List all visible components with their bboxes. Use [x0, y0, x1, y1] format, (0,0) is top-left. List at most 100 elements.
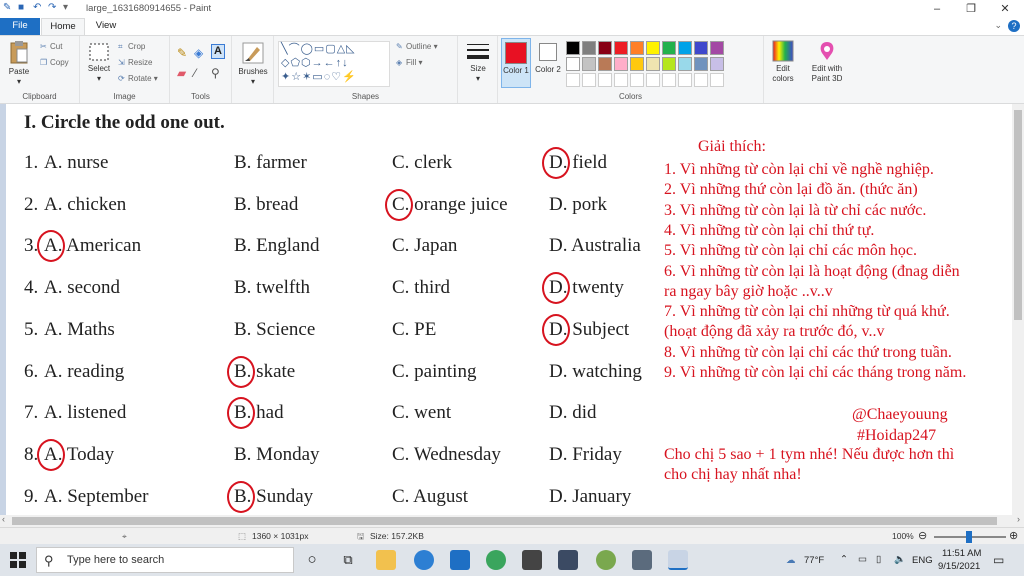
text-icon[interactable]: A [211, 44, 225, 59]
horizontal-scrollbar[interactable]: ‹ › [0, 514, 1024, 527]
battery-icon[interactable]: ▯ [876, 554, 881, 565]
rotate-button[interactable]: ⟳ Rotate ▾ [118, 74, 158, 83]
edit-colors-group: Edit colors [764, 36, 802, 103]
palette-swatch[interactable] [566, 73, 580, 87]
size-button[interactable]: Size ▾ [462, 42, 494, 84]
palette-swatch[interactable] [614, 57, 628, 71]
zoom-slider[interactable] [934, 531, 1006, 543]
edit-with-paint3d-button[interactable]: Edit with Paint 3D [804, 40, 850, 84]
clock-date[interactable]: 9/15/2021 [938, 561, 980, 572]
fill-button[interactable]: ◈ Fill ▾ [396, 58, 422, 67]
color1-button[interactable]: Color 1 [501, 38, 531, 88]
palette-swatch[interactable] [694, 57, 708, 71]
paste-button[interactable]: Paste ▾ [4, 39, 34, 87]
palette-swatch[interactable] [598, 41, 612, 55]
palette-swatch[interactable] [694, 73, 708, 87]
photos-icon[interactable] [596, 550, 616, 570]
network-icon[interactable]: ▭ [858, 554, 867, 565]
help-icon[interactable]: ? [1008, 20, 1020, 32]
palette-swatch[interactable] [630, 57, 644, 71]
file-explorer-icon[interactable] [376, 550, 396, 570]
palette-swatch[interactable] [646, 57, 660, 71]
volume-icon[interactable]: 🔈 [894, 554, 906, 565]
fill-icon[interactable]: ◈ [194, 46, 203, 60]
vertical-scroll-thumb[interactable] [1014, 110, 1022, 320]
mail-icon[interactable] [450, 550, 470, 570]
copy-button[interactable]: ❐ Copy [40, 58, 69, 67]
palette-swatch[interactable] [566, 57, 580, 71]
scroll-right-icon[interactable]: › [1017, 514, 1020, 524]
option-d: D. Australia [549, 235, 641, 257]
cut-button[interactable]: ✂ Cut [40, 42, 62, 51]
horizontal-scroll-thumb[interactable] [12, 517, 997, 525]
palette-swatch[interactable] [678, 57, 692, 71]
customize-qa-icon[interactable]: ▾ [63, 3, 73, 13]
tab-view[interactable]: View [88, 18, 124, 35]
palette-swatch[interactable] [630, 73, 644, 87]
palette-swatch[interactable] [710, 73, 724, 87]
close-button[interactable]: ✕ [988, 0, 1022, 18]
magnifier-icon[interactable]: ⚲ [211, 66, 220, 80]
palette-swatch[interactable] [710, 57, 724, 71]
app-icon[interactable] [558, 550, 578, 570]
notification-icon[interactable]: ▭ [993, 553, 1004, 567]
drawing-canvas[interactable]: I. Circle the odd one out. 1. A. nurse B. … [6, 104, 1012, 515]
palette-swatch[interactable] [582, 57, 596, 71]
chrome-icon[interactable] [486, 550, 506, 570]
palette-swatch[interactable] [630, 41, 644, 55]
redo-icon[interactable]: ↷ [48, 3, 58, 13]
palette-swatch[interactable] [598, 73, 612, 87]
save-icon[interactable]: ■ [18, 3, 28, 13]
vertical-scrollbar[interactable] [1012, 104, 1024, 515]
palette-swatch[interactable] [678, 73, 692, 87]
shapes-gallery[interactable]: ╲⌒◯▭▢△◺ ◇⬠⬡→←↑↓ ✦☆✶▭◌♡⚡ [278, 41, 390, 87]
color-picker-icon[interactable]: ⁄ [194, 66, 196, 80]
windows-start-icon[interactable] [10, 552, 26, 568]
zoom-slider-thumb[interactable] [966, 531, 972, 543]
palette-swatch[interactable] [662, 73, 676, 87]
palette-swatch[interactable] [662, 41, 676, 55]
zoom-out-button[interactable]: ⊖ [918, 529, 927, 542]
clock-time[interactable]: 11:51 AM [942, 548, 981, 559]
tab-home[interactable]: Home [41, 18, 85, 35]
palette-swatch[interactable] [646, 41, 660, 55]
maximize-button[interactable]: ❐ [954, 0, 988, 18]
edge-icon[interactable] [414, 550, 434, 570]
zoom-in-button[interactable]: ⊕ [1009, 529, 1018, 542]
task-view-icon[interactable]: ⧉ [338, 550, 358, 570]
scroll-left-icon[interactable]: ‹ [2, 514, 5, 524]
palette-swatch[interactable] [566, 41, 580, 55]
palette-swatch[interactable] [582, 73, 596, 87]
palette-swatch[interactable] [662, 57, 676, 71]
palette-swatch[interactable] [614, 73, 628, 87]
pencil-icon[interactable]: ✎ [177, 46, 187, 60]
color2-button[interactable]: Color 2 [534, 38, 562, 88]
paint-taskbar-icon[interactable] [668, 550, 688, 570]
calculator-icon[interactable] [632, 550, 652, 570]
collapse-ribbon-icon[interactable]: ⌄ [994, 20, 1002, 31]
eraser-icon[interactable]: ▰ [177, 66, 186, 80]
palette-swatch[interactable] [710, 41, 724, 55]
palette-swatch[interactable] [678, 41, 692, 55]
undo-icon[interactable]: ↶ [33, 3, 43, 13]
resize-button[interactable]: ⇲ Resize [118, 58, 152, 67]
tray-overflow-icon[interactable]: ⌃ [840, 554, 848, 565]
palette-swatch[interactable] [614, 41, 628, 55]
language-indicator[interactable]: ENG [912, 555, 933, 566]
brushes-button[interactable]: Brushes ▾ [235, 41, 271, 87]
weather-temp[interactable]: 77°F [804, 555, 824, 566]
palette-swatch[interactable] [598, 57, 612, 71]
cortana-icon[interactable]: ○ [302, 550, 322, 570]
weather-icon[interactable]: ☁ [786, 555, 796, 566]
edit-colors-button[interactable]: Edit colors [766, 40, 800, 84]
minimize-button[interactable]: – [920, 0, 954, 18]
crop-button[interactable]: ⌗ Crop [118, 42, 145, 52]
tab-file[interactable]: File [0, 18, 40, 35]
palette-swatch[interactable] [694, 41, 708, 55]
taskbar-search-box[interactable]: ⚲ Type here to search [36, 547, 294, 573]
palette-swatch[interactable] [582, 41, 596, 55]
outline-button[interactable]: ✎ Outline ▾ [396, 42, 438, 51]
store-icon[interactable] [522, 550, 542, 570]
palette-swatch[interactable] [646, 73, 660, 87]
select-button[interactable]: Select ▾ [84, 42, 114, 84]
